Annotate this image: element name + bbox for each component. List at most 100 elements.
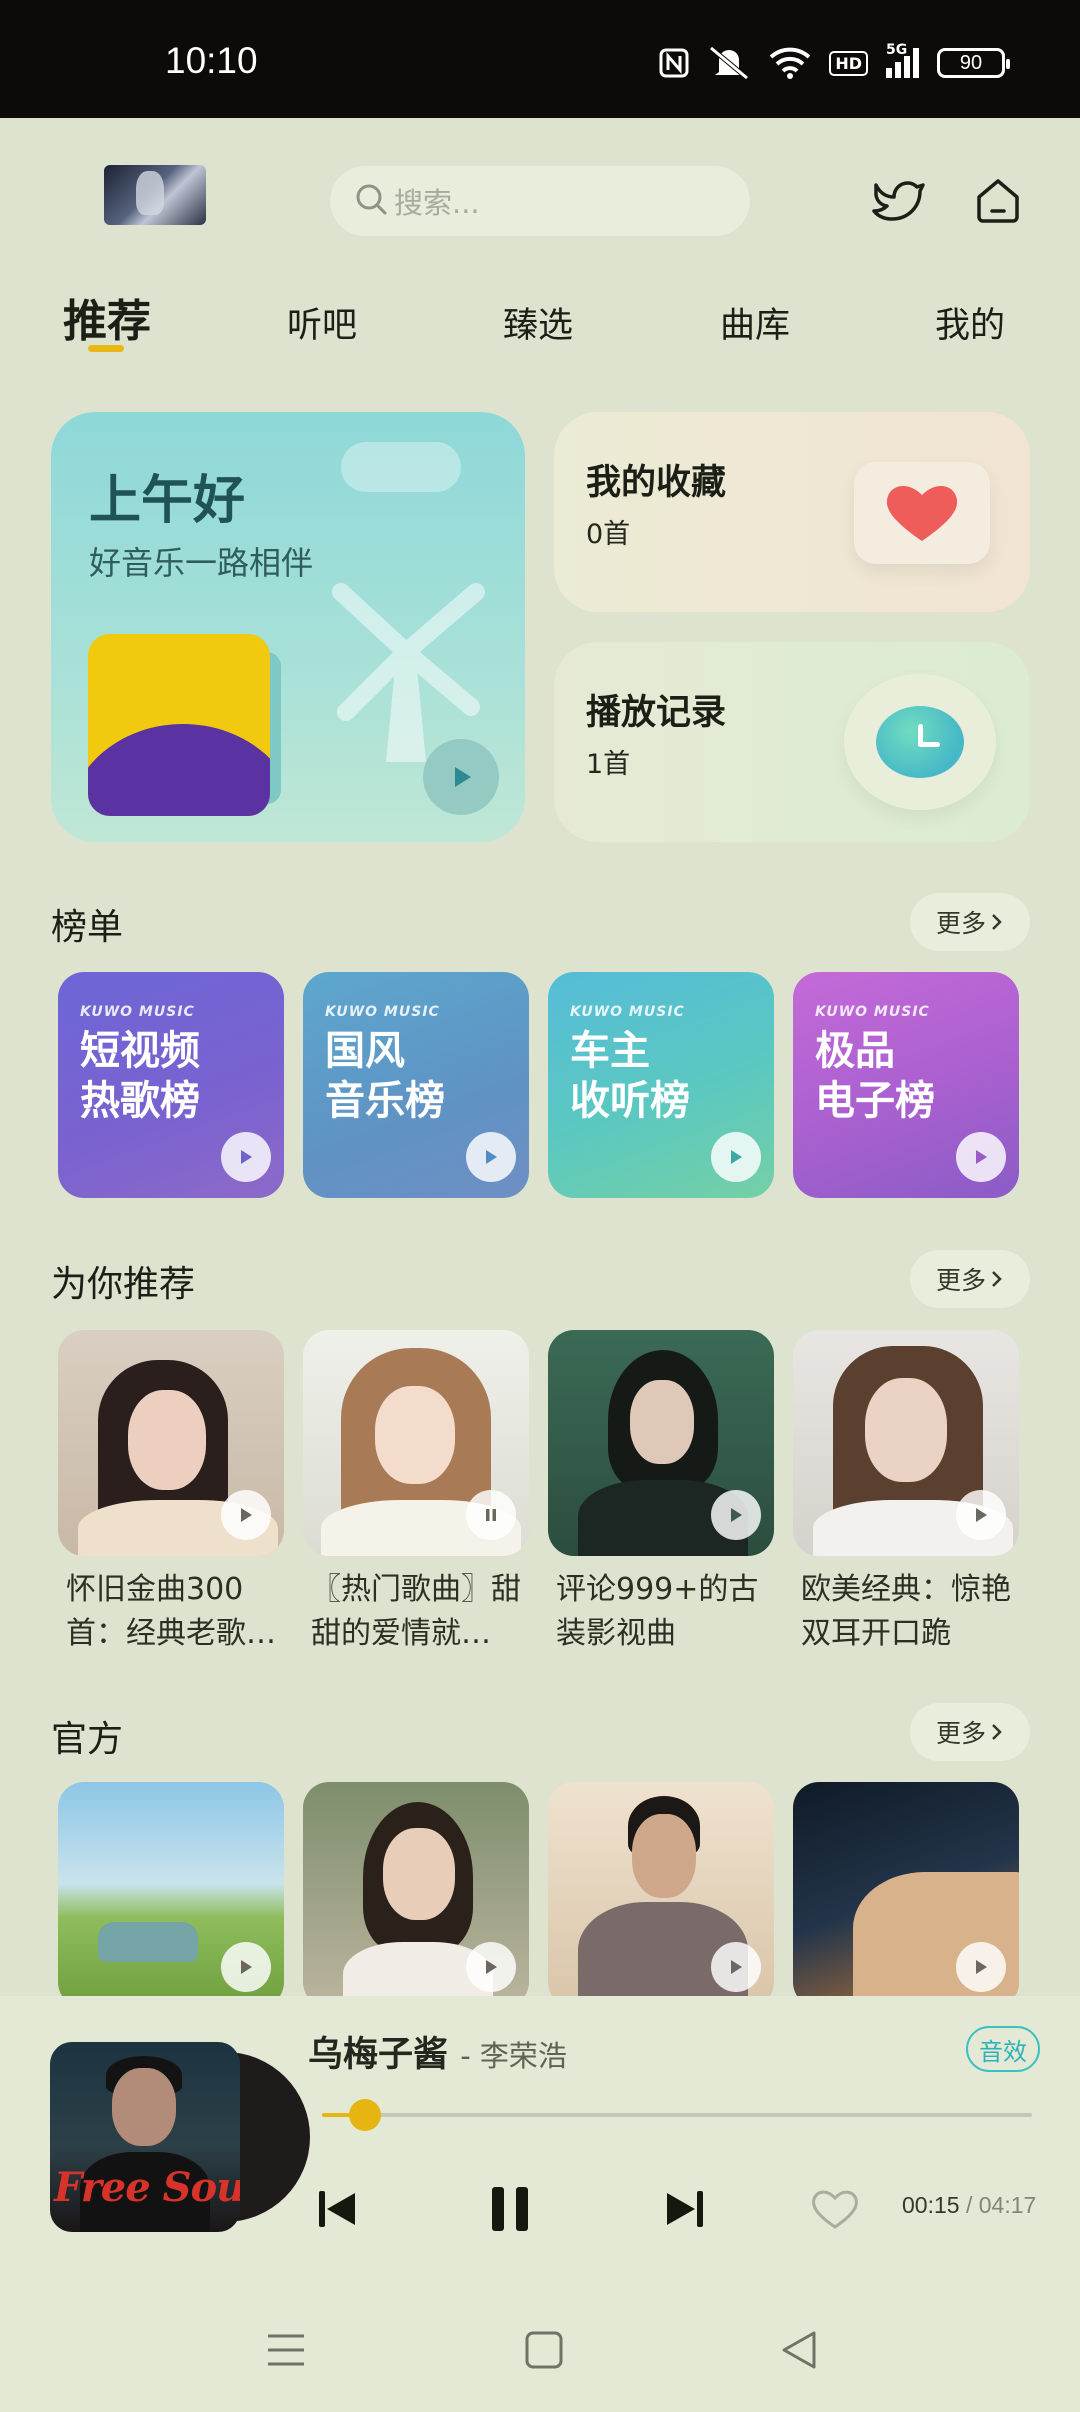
daily-album-cover[interactable] xyxy=(88,634,270,816)
like-button[interactable] xyxy=(800,2174,870,2244)
back-button[interactable] xyxy=(770,2320,830,2380)
tab-zhenxuan[interactable]: 臻选 xyxy=(503,297,573,348)
playlist-title[interactable]: 评论999+的古装影视曲 xyxy=(556,1568,782,1656)
mini-player[interactable]: Free Soul 乌梅子酱 - 李荣浩 音效 00:15 / 04:17 xyxy=(0,1996,1080,2280)
charts-more-label: 更多 xyxy=(935,909,986,938)
official-cover[interactable] xyxy=(548,1782,774,2008)
favorites-title: 我的收藏 xyxy=(586,463,727,503)
chart-play-button[interactable] xyxy=(466,1132,516,1182)
playlist-cover[interactable] xyxy=(548,1330,774,1556)
chart-label: 极品 电子榜 xyxy=(815,1028,935,1124)
greeting-subtitle: 好音乐一路相伴 xyxy=(89,544,314,582)
playlist-cover[interactable] xyxy=(793,1330,1019,1556)
official-cover[interactable] xyxy=(303,1782,529,2008)
tab-mine[interactable]: 我的 xyxy=(935,297,1005,348)
chart-play-button[interactable] xyxy=(711,1132,761,1182)
song-title: 乌梅子酱 xyxy=(308,2035,449,2075)
recommend-section-title: 为你推荐 xyxy=(51,1264,196,1305)
chart-label: 国风 音乐榜 xyxy=(325,1028,445,1124)
playlist-title[interactable]: 〖热门歌曲〗甜甜的爱情就… xyxy=(311,1568,537,1656)
search-bar[interactable]: 搜索... xyxy=(330,166,750,236)
charts-section-title: 榜单 xyxy=(51,907,124,948)
playback-time: 00:15 / 04:17 xyxy=(902,2192,1036,2219)
official-play-button[interactable] xyxy=(956,1942,1006,1992)
status-bar: 10:10 HD 5G 90 xyxy=(0,0,1080,118)
recommend-more-button[interactable]: 更多 xyxy=(910,1250,1030,1308)
official-section-title: 官方 xyxy=(51,1719,124,1760)
menu-button[interactable] xyxy=(256,2320,316,2380)
sound-effect-button[interactable]: 音效 xyxy=(966,2026,1040,2072)
progress-bar[interactable] xyxy=(322,2099,1032,2131)
heart-icon xyxy=(854,462,990,564)
playlist-cover[interactable] xyxy=(303,1330,529,1556)
top-tabs: 推荐 听吧 臻选 曲库 我的 xyxy=(0,285,1080,365)
home-nav-button[interactable] xyxy=(514,2320,574,2380)
official-play-button[interactable] xyxy=(466,1942,516,1992)
previous-button[interactable] xyxy=(302,2174,372,2244)
cover-text: Free Soul xyxy=(54,2164,240,2211)
favorites-count: 0首 xyxy=(586,519,631,550)
back-icon xyxy=(782,2331,816,2369)
next-button[interactable] xyxy=(650,2174,720,2244)
user-avatar[interactable] xyxy=(104,165,206,225)
system-nav-bar xyxy=(0,2280,1080,2412)
playlist-play-button[interactable] xyxy=(711,1490,761,1540)
search-placeholder: 搜索... xyxy=(394,186,480,220)
cloud-decoration xyxy=(341,442,461,492)
network-type-label: 5G xyxy=(886,42,908,58)
chart-tile[interactable]: KUWO MUSIC 短视频 热歌榜 xyxy=(58,972,284,1198)
heart-outline-icon xyxy=(812,2190,858,2229)
official-play-button[interactable] xyxy=(711,1942,761,1992)
charts-more-button[interactable]: 更多 xyxy=(910,893,1030,951)
album-art-planet xyxy=(88,724,270,816)
search-icon xyxy=(354,182,388,220)
tab-library[interactable]: 曲库 xyxy=(720,297,790,348)
chart-brand: KUWO MUSIC xyxy=(325,1004,440,1020)
chart-play-button[interactable] xyxy=(221,1132,271,1182)
chart-label: 短视频 热歌榜 xyxy=(80,1028,200,1124)
nfc-icon xyxy=(659,48,689,78)
pause-icon xyxy=(492,2187,528,2231)
now-playing-cover[interactable]: Free Soul xyxy=(50,2042,310,2232)
album-art: Free Soul xyxy=(50,2042,240,2232)
battery-level: 90 xyxy=(959,51,983,74)
official-more-label: 更多 xyxy=(935,1719,986,1748)
progress-knob[interactable] xyxy=(348,2099,381,2131)
now-playing-info: 乌梅子酱 - 李荣浩 xyxy=(308,2026,567,2077)
bird-icon[interactable] xyxy=(868,168,928,232)
chart-play-button[interactable] xyxy=(956,1132,1006,1182)
official-play-button[interactable] xyxy=(221,1942,271,1992)
chart-tile[interactable]: KUWO MUSIC 国风 音乐榜 xyxy=(303,972,529,1198)
battery-icon: 90 xyxy=(937,48,1010,78)
chevron-right-icon xyxy=(992,914,1002,930)
chevron-right-icon xyxy=(992,1724,1002,1740)
play-icon xyxy=(455,767,471,787)
chart-label: 车主 收听榜 xyxy=(570,1028,690,1124)
playlist-title[interactable]: 欧美经典：惊艳双耳开口跪 xyxy=(801,1568,1027,1656)
official-cover[interactable] xyxy=(58,1782,284,2008)
play-history-card[interactable]: 播放记录 1首 xyxy=(554,642,1030,842)
greeting-play-button[interactable] xyxy=(423,739,499,815)
home-icon[interactable] xyxy=(968,168,1028,232)
chart-brand: KUWO MUSIC xyxy=(80,1004,195,1020)
active-tab-indicator xyxy=(88,345,124,352)
square-icon xyxy=(525,2331,563,2369)
tab-tingba[interactable]: 听吧 xyxy=(287,297,357,348)
playlist-play-button[interactable] xyxy=(221,1490,271,1540)
greeting-card[interactable]: 上午好 好音乐一路相伴 xyxy=(51,412,525,842)
pause-button[interactable] xyxy=(475,2174,545,2244)
chart-tile[interactable]: KUWO MUSIC 车主 收听榜 xyxy=(548,972,774,1198)
chart-tile[interactable]: KUWO MUSIC 极品 电子榜 xyxy=(793,972,1019,1198)
tab-recommend[interactable]: 推荐 xyxy=(63,285,151,349)
official-cover[interactable] xyxy=(793,1782,1019,2008)
previous-icon xyxy=(319,2191,355,2227)
official-more-button[interactable]: 更多 xyxy=(910,1703,1030,1761)
playlist-pause-button[interactable] xyxy=(466,1490,516,1540)
playlist-play-button[interactable] xyxy=(956,1490,1006,1540)
hd-icon: HD xyxy=(829,50,868,76)
favorites-card[interactable]: 我的收藏 0首 xyxy=(554,412,1030,612)
status-time: 10:10 xyxy=(165,40,258,81)
artist-name: - 李荣浩 xyxy=(460,2039,567,2073)
playlist-title[interactable]: 怀旧金曲300首：经典老歌… xyxy=(66,1568,292,1656)
playlist-cover[interactable] xyxy=(58,1330,284,1556)
